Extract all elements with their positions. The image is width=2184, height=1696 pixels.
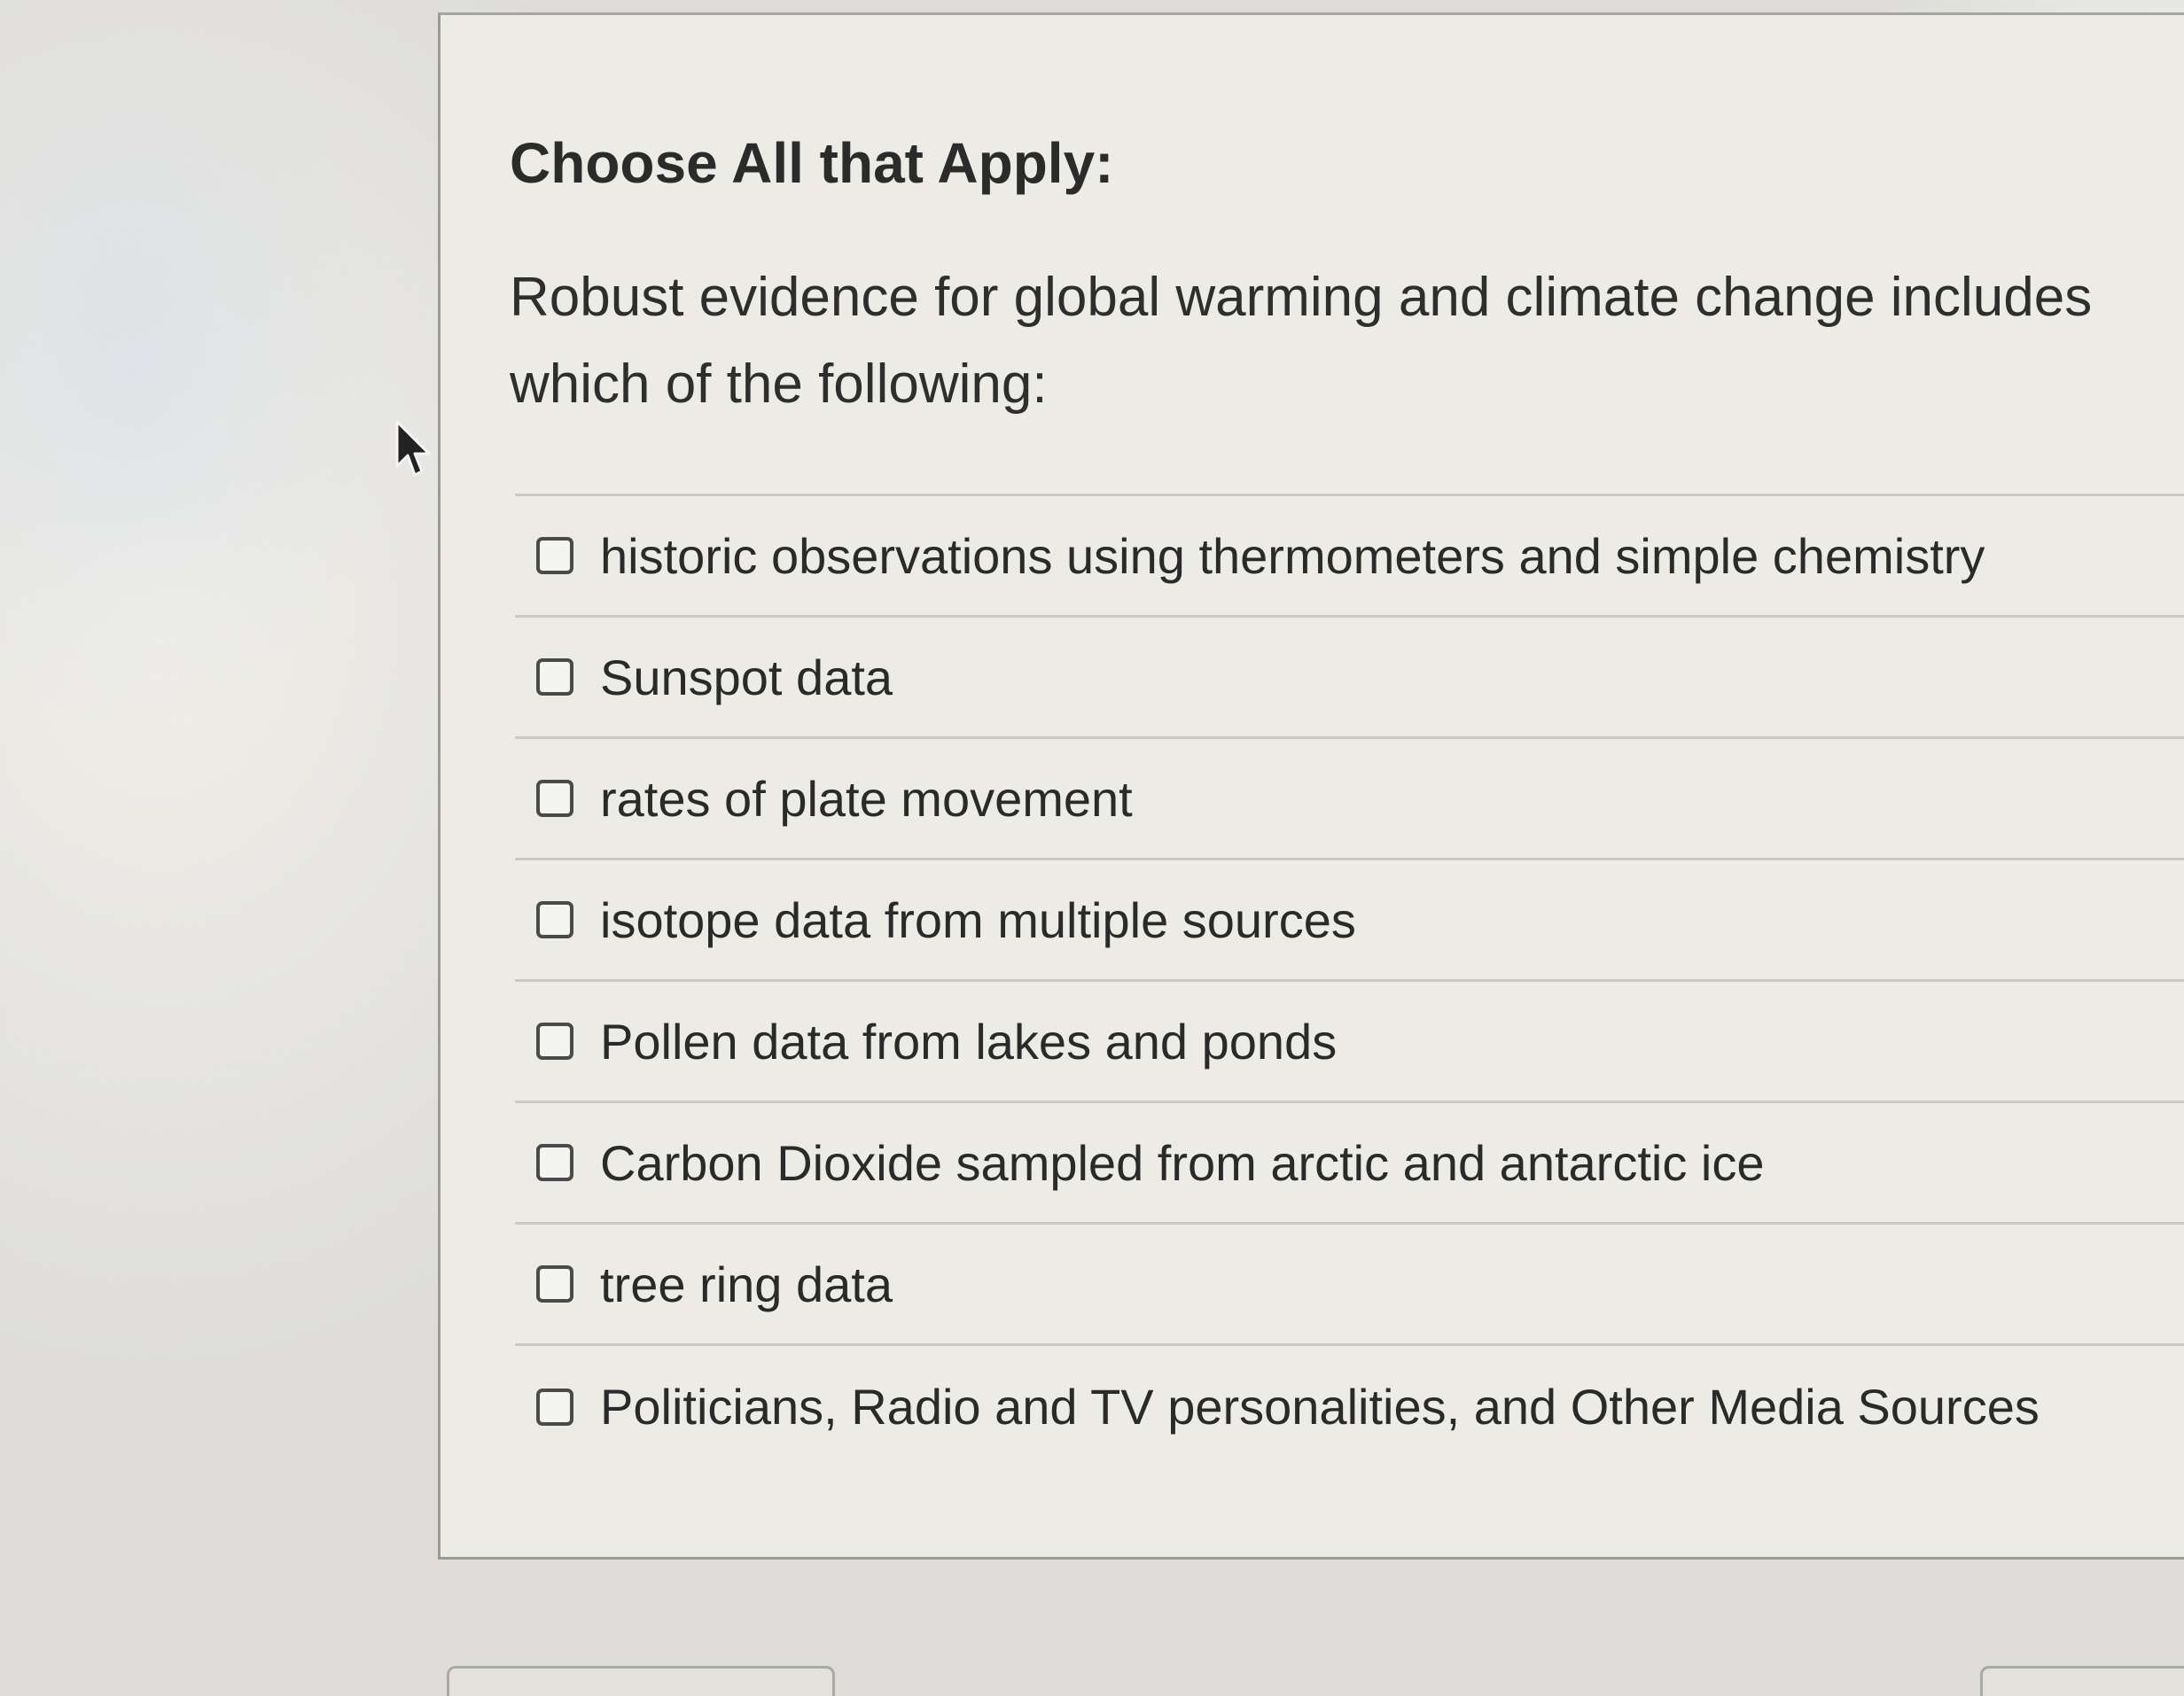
answer-option-label[interactable]: Pollen data from lakes and ponds bbox=[600, 1013, 1337, 1070]
checkbox-unchecked-icon[interactable] bbox=[536, 1023, 573, 1060]
answer-option[interactable]: rates of plate movement bbox=[515, 739, 2184, 860]
instruction-heading: Choose All that Apply: bbox=[510, 131, 1114, 195]
answer-option-label[interactable]: Sunspot data bbox=[600, 649, 893, 706]
checkbox-unchecked-icon[interactable] bbox=[536, 658, 573, 696]
previous-button[interactable] bbox=[447, 1666, 835, 1696]
answer-option[interactable]: Carbon Dioxide sampled from arctic and a… bbox=[515, 1103, 2184, 1225]
answer-option-label[interactable]: isotope data from multiple sources bbox=[600, 891, 1356, 949]
answer-option[interactable]: Pollen data from lakes and ponds bbox=[515, 982, 2184, 1103]
answer-option[interactable]: Politicians, Radio and TV personalities,… bbox=[515, 1346, 2184, 1467]
next-button[interactable] bbox=[1980, 1666, 2184, 1696]
answer-option[interactable]: isotope data from multiple sources bbox=[515, 860, 2184, 982]
checkbox-unchecked-icon[interactable] bbox=[536, 1265, 573, 1303]
answer-option-label[interactable]: Politicians, Radio and TV personalities,… bbox=[600, 1378, 2040, 1435]
answer-option-label[interactable]: rates of plate movement bbox=[600, 770, 1133, 828]
checkbox-unchecked-icon[interactable] bbox=[536, 1388, 573, 1426]
checkbox-unchecked-icon[interactable] bbox=[536, 901, 573, 938]
checkbox-unchecked-icon[interactable] bbox=[536, 537, 573, 574]
mouse-pointer-icon bbox=[395, 420, 431, 477]
answer-option-label[interactable]: Carbon Dioxide sampled from arctic and a… bbox=[600, 1134, 1764, 1192]
question-panel: Choose All that Apply: Robust evidence f… bbox=[438, 12, 2184, 1560]
answer-options-list: historic observations using thermometers… bbox=[515, 494, 2184, 1467]
answer-option-label[interactable]: tree ring data bbox=[600, 1256, 893, 1313]
checkbox-unchecked-icon[interactable] bbox=[536, 780, 573, 817]
checkbox-unchecked-icon[interactable] bbox=[536, 1144, 573, 1181]
answer-option-label[interactable]: historic observations using thermometers… bbox=[600, 527, 1985, 585]
answer-option[interactable]: Sunspot data bbox=[515, 618, 2184, 739]
answer-option[interactable]: tree ring data bbox=[515, 1225, 2184, 1346]
question-text: Robust evidence for global warming and c… bbox=[510, 267, 2093, 415]
answer-option[interactable]: historic observations using thermometers… bbox=[515, 496, 2184, 618]
